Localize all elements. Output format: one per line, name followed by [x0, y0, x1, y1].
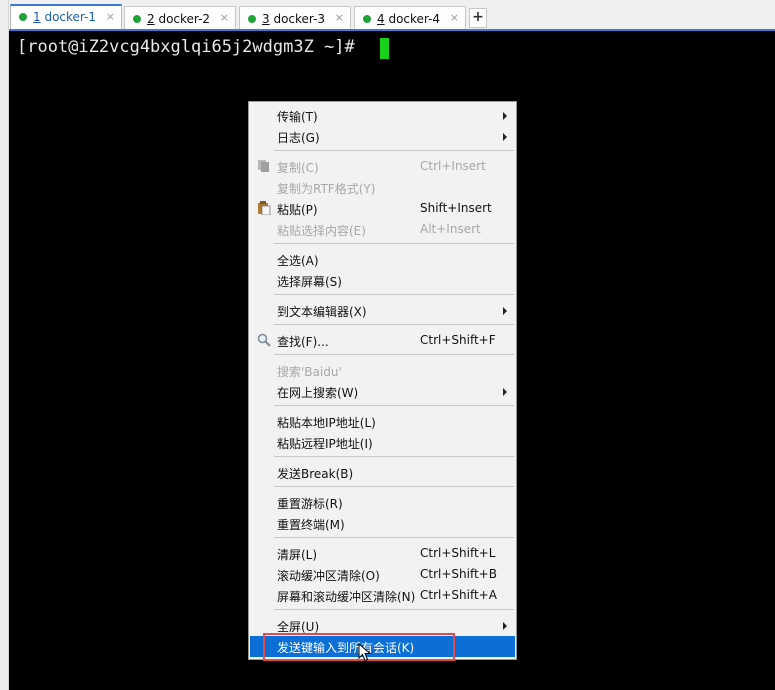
mouse-pointer-icon: [358, 643, 372, 662]
menu-item-find[interactable]: 查找(F)... Ctrl+Shift+F: [250, 330, 515, 351]
shell-prompt: [root@iZ2vcg4bxglqi65j2wdgm3Z ~]#: [17, 37, 365, 57]
connected-status-icon: [248, 15, 256, 23]
menu-item-reset-terminal[interactable]: 重置终端(M): [250, 513, 515, 534]
menu-item-select-screen[interactable]: 选择屏幕(S): [250, 270, 515, 291]
menu-item-label: 查找(F)...: [277, 335, 329, 349]
menu-item-select-all[interactable]: 全选(A): [250, 249, 515, 270]
submenu-arrow-icon: [503, 388, 507, 396]
menu-item-paste-selection[interactable]: 粘贴选择内容(E) Alt+Insert: [250, 219, 515, 240]
menu-item-shortcut: Ctrl+Shift+A: [420, 588, 497, 602]
context-menu: 传输(T) 日志(G) 复制(C) Ctrl+Insert 复制为RTF格式(Y…: [248, 101, 517, 660]
menu-item-paste-remote-ip[interactable]: 粘贴远程IP地址(I): [250, 432, 515, 453]
menu-item-label: 清屏(L): [277, 548, 318, 562]
menu-separator: [274, 354, 514, 355]
menu-item-shortcut: Shift+Insert: [420, 201, 492, 215]
submenu-arrow-icon: [503, 622, 507, 630]
new-tab-button[interactable]: +: [469, 8, 487, 28]
menu-item-search-baidu[interactable]: 搜索'Baidu': [250, 360, 515, 381]
tab-close-icon[interactable]: ×: [106, 10, 115, 23]
menu-separator: [274, 486, 514, 487]
menu-item-transfer[interactable]: 传输(T): [250, 105, 515, 126]
menu-item-label: 发送Break(B): [277, 467, 354, 481]
connected-status-icon: [19, 13, 27, 21]
menu-item-label: 复制(C): [277, 161, 319, 175]
menu-item-label: 日志(G): [277, 131, 320, 145]
tab-docker-4[interactable]: 4 docker-4 ×: [354, 6, 466, 30]
menu-item-shortcut: Ctrl+Shift+L: [420, 546, 496, 560]
menu-separator: [274, 150, 514, 151]
tab-docker-2[interactable]: 2 docker-2 ×: [124, 6, 236, 30]
menu-item-send-break[interactable]: 发送Break(B): [250, 462, 515, 483]
menu-item-clear-screen-and-scrollback[interactable]: 屏幕和滚动缓冲区清除(N) Ctrl+Shift+A: [250, 585, 515, 606]
menu-item-to-text-editor[interactable]: 到文本编辑器(X): [250, 300, 515, 321]
paste-icon: [258, 201, 271, 215]
submenu-arrow-icon: [503, 112, 507, 120]
menu-item-label: 搜索'Baidu': [277, 365, 342, 379]
menu-item-label: 粘贴远程IP地址(I): [277, 437, 373, 451]
menu-separator: [274, 294, 514, 295]
tab-docker-1[interactable]: 1 docker-1 ×: [10, 4, 122, 30]
tab-docker-3[interactable]: 3 docker-3 ×: [239, 6, 351, 30]
menu-item-search-web[interactable]: 在网上搜索(W): [250, 381, 515, 402]
menu-item-log[interactable]: 日志(G): [250, 126, 515, 147]
connected-status-icon: [363, 15, 371, 23]
submenu-arrow-icon: [503, 307, 507, 315]
menu-item-paste[interactable]: 粘贴(P) Shift+Insert: [250, 198, 515, 219]
menu-item-label: 粘贴(P): [277, 203, 318, 217]
tab-label: 3 docker-3: [262, 12, 326, 26]
menu-item-label: 在网上搜索(W): [277, 386, 359, 400]
copy-icon: [258, 160, 269, 172]
menu-item-label: 全选(A): [277, 254, 319, 268]
window-left-edge: [0, 0, 9, 690]
menu-item-label: 选择屏幕(S): [277, 275, 342, 289]
magnifier-icon: [257, 333, 271, 347]
menu-item-label: 滚动缓冲区清除(O): [277, 569, 380, 583]
tab-label: 1 docker-1: [33, 10, 97, 24]
menu-separator: [274, 456, 514, 457]
menu-item-shortcut: Ctrl+Shift+F: [420, 333, 496, 347]
menu-item-label: 屏幕和滚动缓冲区清除(N): [277, 590, 416, 604]
menu-item-clear-scrollback[interactable]: 滚动缓冲区清除(O) Ctrl+Shift+B: [250, 564, 515, 585]
menu-item-label: 传输(T): [277, 110, 318, 124]
menu-separator: [274, 243, 514, 244]
menu-separator: [274, 324, 514, 325]
menu-separator: [274, 405, 514, 406]
menu-item-label: 重置终端(M): [277, 518, 345, 532]
menu-separator: [274, 609, 514, 610]
connected-status-icon: [133, 15, 141, 23]
tab-label: 2 docker-2: [147, 12, 211, 26]
menu-item-label: 粘贴本地IP地址(L): [277, 416, 376, 430]
menu-item-label: 复制为RTF格式(Y): [277, 182, 376, 196]
tab-close-icon[interactable]: ×: [450, 11, 459, 24]
tab-close-icon[interactable]: ×: [335, 11, 344, 24]
menu-item-label: 重置游标(R): [277, 497, 343, 511]
menu-item-reset-cursor[interactable]: 重置游标(R): [250, 492, 515, 513]
submenu-arrow-icon: [503, 133, 507, 141]
menu-item-copy[interactable]: 复制(C) Ctrl+Insert: [250, 156, 515, 177]
terminal-cursor: [380, 38, 389, 59]
menu-item-copy-rtf[interactable]: 复制为RTF格式(Y): [250, 177, 515, 198]
menu-item-paste-local-ip[interactable]: 粘贴本地IP地址(L): [250, 411, 515, 432]
menu-separator: [274, 537, 514, 538]
menu-item-label: 到文本编辑器(X): [277, 305, 367, 319]
menu-item-clear-screen[interactable]: 清屏(L) Ctrl+Shift+L: [250, 543, 515, 564]
menu-item-label: 粘贴选择内容(E): [277, 224, 366, 238]
menu-item-shortcut: Alt+Insert: [420, 222, 481, 236]
menu-item-shortcut: Ctrl+Insert: [420, 159, 486, 173]
tab-label: 4 docker-4: [377, 12, 441, 26]
menu-item-shortcut: Ctrl+Shift+B: [420, 567, 497, 581]
tab-close-icon[interactable]: ×: [220, 11, 229, 24]
